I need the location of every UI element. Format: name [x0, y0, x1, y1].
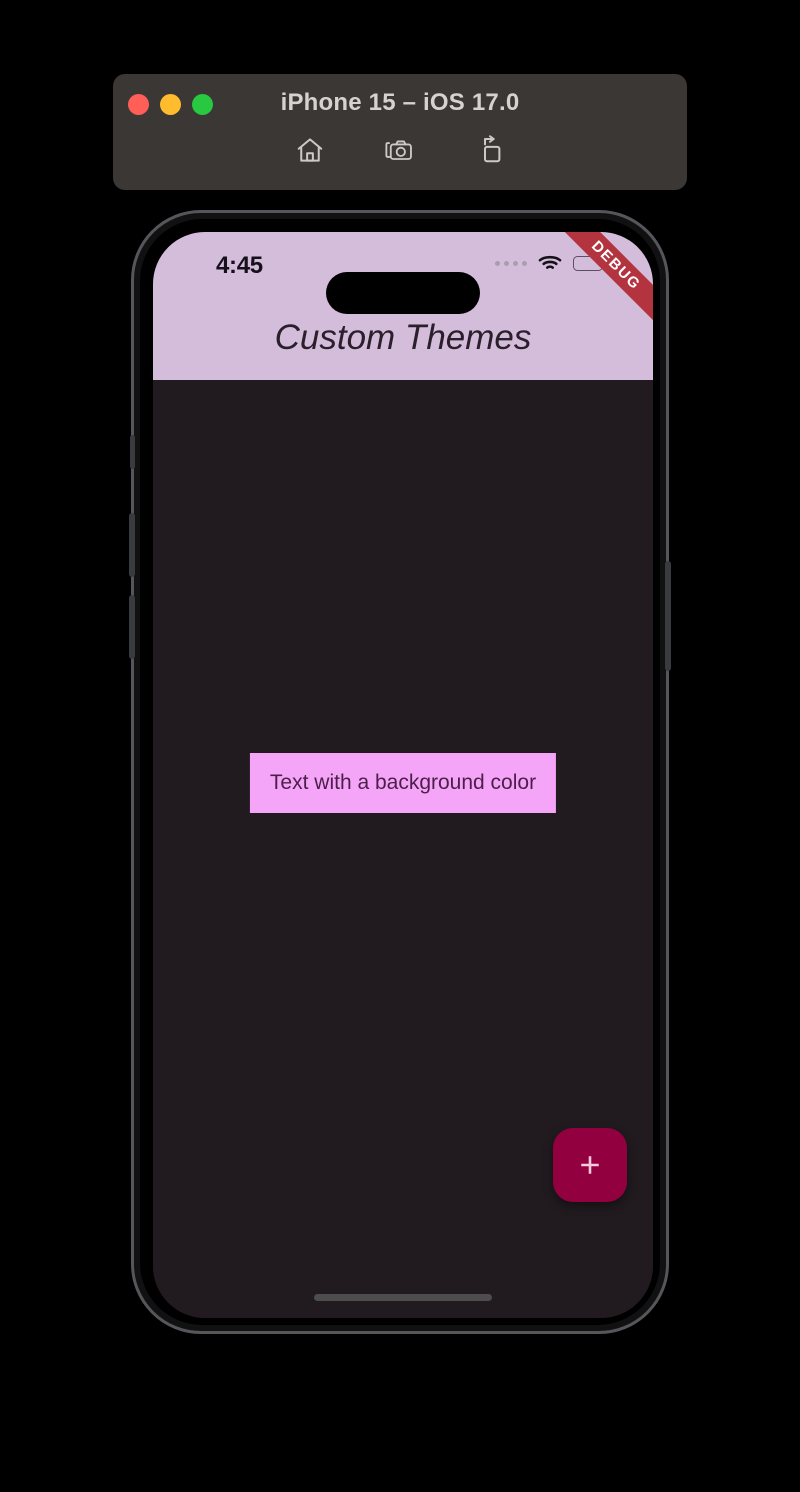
volume-down-button[interactable]	[129, 595, 135, 659]
status-bar-time: 4:45	[216, 252, 263, 279]
page-title: Custom Themes	[274, 318, 532, 357]
device-screen: 4:45 Custom Themes DEBUG Text with a bac…	[153, 232, 653, 1318]
text-chip-label: Text with a background color	[269, 771, 537, 794]
home-indicator[interactable]	[314, 1294, 492, 1301]
wifi-icon	[538, 255, 562, 269]
status-bar-indicators	[495, 254, 606, 272]
iphone-device-frame: 4:45 Custom Themes DEBUG Text with a bac…	[129, 210, 671, 1334]
cellular-signal-icon	[495, 260, 527, 266]
text-with-background-chip: Text with a background color	[249, 753, 557, 813]
silence-switch-button[interactable]	[130, 435, 135, 469]
app-body: Text with a background color	[153, 380, 653, 1318]
power-button[interactable]	[665, 561, 671, 671]
simulator-window: iPhone 15 – iOS 17.0	[113, 74, 687, 190]
plus-icon	[581, 1156, 599, 1174]
home-button[interactable]	[292, 132, 328, 168]
simulator-toolbar	[113, 132, 687, 168]
dynamic-island	[326, 272, 480, 314]
rotate-device-button[interactable]	[472, 132, 508, 168]
home-icon	[297, 138, 323, 162]
screenshot-camera-icon	[385, 140, 412, 160]
screenshot-button[interactable]	[382, 132, 418, 168]
volume-up-button[interactable]	[129, 513, 135, 577]
simulator-window-title: iPhone 15 – iOS 17.0	[280, 89, 520, 116]
rotate-device-icon	[484, 135, 501, 163]
add-floating-action-button[interactable]	[553, 1128, 627, 1202]
